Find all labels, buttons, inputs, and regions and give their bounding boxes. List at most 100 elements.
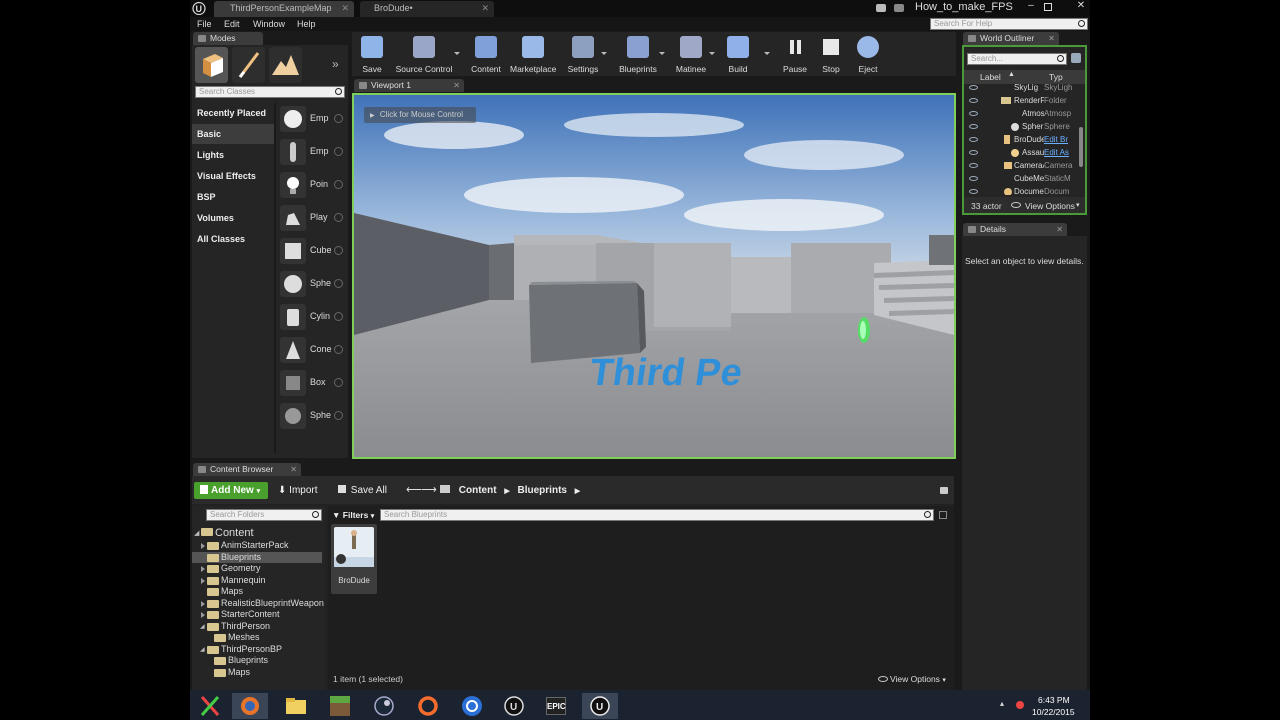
firefox-icon[interactable] [232, 693, 268, 719]
tab-map[interactable]: ThirdPersonExampleMap ✕ [214, 1, 354, 17]
asset-view-options[interactable]: View Options ▾ [878, 674, 946, 684]
place-item-player-start[interactable]: Play [277, 203, 347, 234]
search-assets-input[interactable]: Search Blueprints [380, 509, 934, 521]
content-button[interactable]: Content [470, 36, 502, 76]
place-item-sphere[interactable]: Sphe [277, 269, 347, 300]
save-button[interactable]: Save [358, 36, 386, 76]
dropdown-arrow-icon[interactable] [659, 52, 665, 55]
clock-date[interactable]: 10/22/2015 [1032, 707, 1075, 717]
outliner-row[interactable]: Docume Docum [964, 185, 1082, 195]
folder-row[interactable]: AnimStarterPack [192, 540, 322, 552]
tab-content-browser[interactable]: Content Browser ✕ [193, 463, 301, 476]
eye-icon[interactable] [969, 98, 978, 103]
info-icon[interactable] [334, 114, 343, 123]
unreal-logo-icon[interactable]: U [192, 1, 206, 16]
origin-icon[interactable] [410, 693, 446, 719]
dropdown-arrow-icon[interactable] [601, 52, 607, 55]
close-icon[interactable]: ✕ [290, 463, 297, 476]
search-classes-input[interactable]: Search Classes [195, 86, 345, 98]
unreal-icon[interactable]: U [496, 693, 532, 719]
pause-button[interactable]: Pause [780, 36, 810, 76]
eye-icon[interactable] [969, 85, 978, 90]
epic-launcher-icon[interactable]: EPIC [538, 693, 574, 719]
outliner-row[interactable]: BroDude Edit Br [964, 133, 1082, 146]
info-icon[interactable] [334, 180, 343, 189]
eye-icon[interactable] [969, 176, 978, 181]
stop-button[interactable]: Stop [818, 36, 844, 76]
feedback-icon[interactable] [894, 4, 904, 12]
breadcrumb-blueprints[interactable]: Blueprints [518, 485, 567, 496]
outliner-type[interactable]: Edit Br [1044, 133, 1074, 146]
save-search-icon[interactable] [939, 511, 947, 519]
menu-window[interactable]: Window [253, 17, 285, 31]
tab-details[interactable]: Details ✕ [963, 223, 1067, 236]
folder-row[interactable]: Meshes [192, 632, 322, 644]
category-all-classes[interactable]: All Classes [192, 229, 274, 249]
info-icon[interactable] [334, 312, 343, 321]
mouse-control-hint[interactable]: ▶ Click for Mouse Control [364, 107, 476, 123]
system-tray-expand-icon[interactable]: ▴ [1000, 699, 1004, 708]
column-type[interactable]: Typ [1049, 72, 1063, 82]
category-recently-placed[interactable]: Recently Placed [192, 103, 274, 123]
eye-icon[interactable] [969, 163, 978, 168]
info-icon[interactable] [334, 411, 343, 420]
close-icon[interactable]: ✕ [341, 1, 349, 16]
category-lights[interactable]: Lights [192, 145, 274, 165]
folder-row[interactable]: Maps [192, 586, 322, 598]
eye-icon[interactable] [969, 124, 978, 129]
lock-icon[interactable] [940, 487, 948, 494]
place-item-cube[interactable]: Cube [277, 236, 347, 267]
outliner-row[interactable]: Spher Sphere [964, 120, 1082, 133]
folder-row[interactable]: Mannequin [192, 575, 322, 587]
close-icon[interactable]: ✕ [453, 79, 460, 92]
menu-help[interactable]: Help [297, 17, 316, 31]
minimize-button[interactable]: – [1024, 0, 1038, 14]
eye-icon[interactable] [969, 137, 978, 142]
folder-row[interactable]: Maps [192, 667, 322, 679]
eject-button[interactable]: Eject [854, 36, 882, 76]
eye-icon[interactable] [969, 111, 978, 116]
add-new-button[interactable]: Add New ▾ [194, 482, 268, 499]
folder-row[interactable]: ◢ ThirdPerson [192, 621, 322, 633]
viewport[interactable]: Third Pe ▶ Click for Mouse Control [352, 93, 956, 459]
dropdown-arrow-icon[interactable] [709, 52, 715, 55]
more-modes-icon[interactable]: » [332, 57, 339, 71]
place-item-point-light[interactable]: Poin [277, 170, 347, 201]
filters-button[interactable]: ▼ Filters ▾ [332, 509, 374, 523]
outliner-row[interactable]: CameraACamera [964, 159, 1082, 172]
outliner-type[interactable]: Edit As [1044, 146, 1074, 159]
blueprints-button[interactable]: Blueprints [618, 36, 658, 76]
place-item-empty-actor[interactable]: Emp [277, 104, 347, 135]
file-explorer-icon[interactable] [278, 693, 314, 719]
place-item-sphere-trigger[interactable]: Sphe [277, 401, 347, 432]
tab-viewport[interactable]: Viewport 1 ✕ [354, 79, 464, 92]
close-icon[interactable]: ✕ [1056, 223, 1063, 236]
folder-row[interactable]: ◢ Content [192, 526, 322, 539]
info-icon[interactable] [334, 279, 343, 288]
close-icon[interactable]: ✕ [481, 1, 489, 16]
folder-row[interactable]: Blueprints [192, 655, 322, 667]
info-icon[interactable] [334, 345, 343, 354]
mode-paint-icon[interactable] [232, 47, 265, 83]
folder-row[interactable]: StarterContent [192, 609, 322, 621]
folder-row[interactable]: Blueprints [192, 551, 322, 563]
maximize-button[interactable] [1044, 3, 1052, 11]
breadcrumb-content[interactable]: Content [459, 485, 497, 496]
tray-app-icon[interactable] [1016, 701, 1024, 709]
save-all-button[interactable]: Save All [338, 482, 387, 499]
eye-icon[interactable] [969, 150, 978, 155]
folder-row[interactable]: Geometry [192, 563, 322, 575]
place-item-box-trigger[interactable]: Box [277, 368, 347, 399]
outliner-scrollbar[interactable] [1079, 127, 1083, 167]
marketplace-button[interactable]: Marketplace [510, 36, 556, 76]
category-volumes[interactable]: Volumes [192, 208, 274, 228]
outliner-row[interactable]: SkyLig SkyLigh [964, 83, 1082, 94]
outliner-row[interactable]: Assau Edit As [964, 146, 1082, 159]
tab-modes[interactable]: Modes [193, 32, 263, 45]
close-button[interactable]: ✕ [1074, 0, 1088, 14]
dropdown-arrow-icon[interactable] [764, 52, 770, 55]
help-search-input[interactable]: Search For Help [930, 18, 1088, 30]
import-button[interactable]: ⬇ Import [278, 482, 318, 499]
info-icon[interactable] [334, 378, 343, 387]
outliner-search-input[interactable]: Search... [967, 53, 1067, 65]
